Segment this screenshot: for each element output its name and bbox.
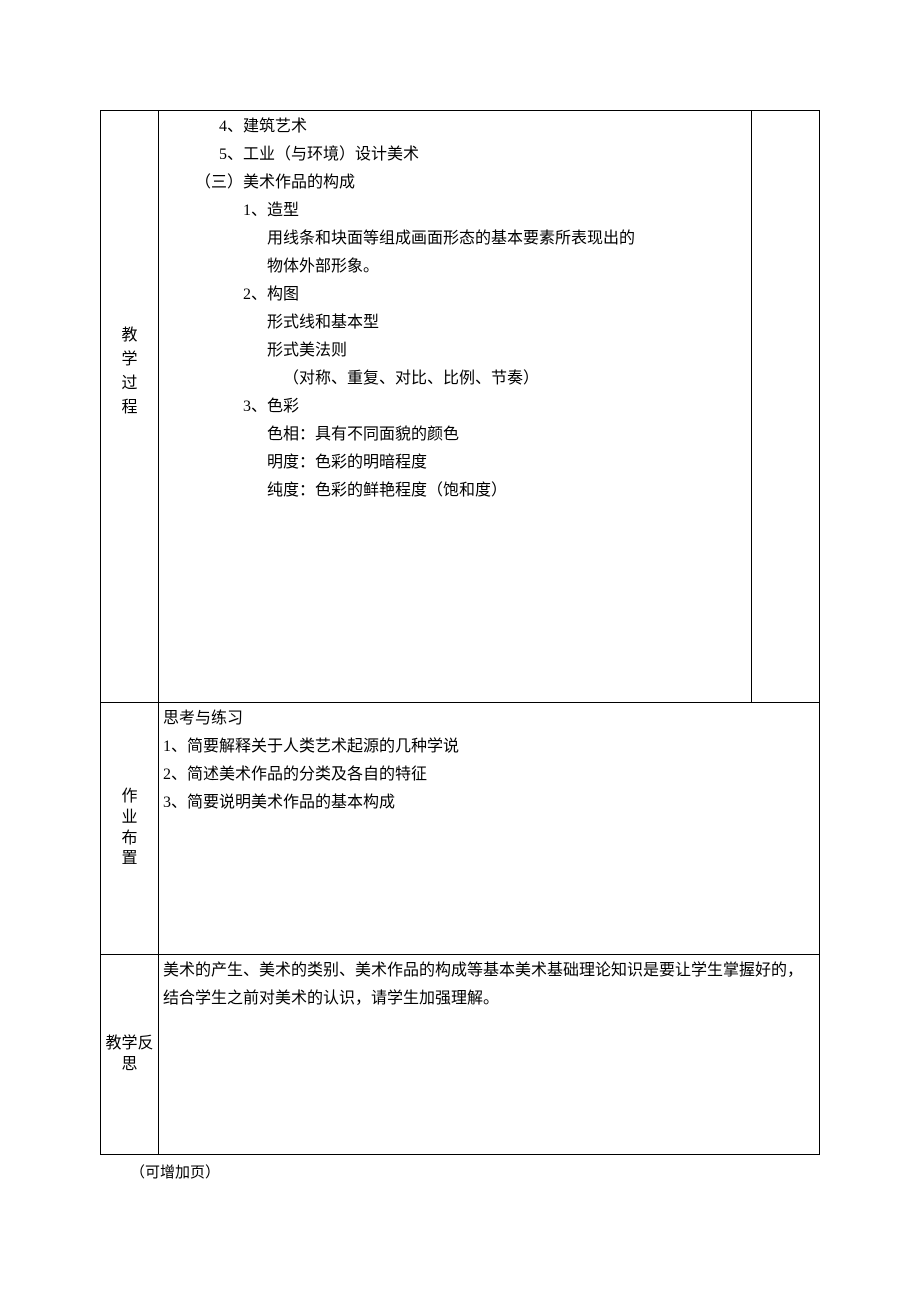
cell-teaching-process-content: 4、建筑艺术 5、工业（与环境）设计美术 （三）美术作品的构成 1、造型 用线条… [159, 111, 752, 703]
cell-teaching-reflection-content: 美术的产生、美术的类别、美术作品的构成等基本美术基础理论知识是要让学生掌握好的，… [159, 955, 820, 1155]
process-line: 物体外部形象。 [163, 253, 747, 281]
process-line: （对称、重复、对比、比例、节奏） [163, 365, 747, 393]
homework-title: 思考与练习 [163, 705, 815, 733]
process-line: 2、构图 [163, 281, 747, 309]
label-homework-char4: 置 [121, 849, 137, 870]
label-teaching-process: 教 学 过 程 [101, 111, 159, 703]
label-reflect-line2: 思 [121, 1055, 137, 1076]
process-line: 色相：具有不同面貌的颜色 [163, 421, 747, 449]
process-line: 形式美法则 [163, 337, 747, 365]
homework-item: 3、简要说明美术作品的基本构成 [163, 789, 815, 817]
label-process-char1: 教 [121, 324, 137, 348]
process-line: 用线条和块面等组成画面形态的基本要素所表现出的 [163, 225, 747, 253]
cell-teaching-process-notes [752, 111, 820, 703]
cell-homework-content: 思考与练习 1、简要解释关于人类艺术起源的几种学说 2、简述美术作品的分类及各自… [159, 703, 820, 955]
homework-item: 1、简要解释关于人类艺术起源的几种学说 [163, 733, 815, 761]
reflection-text: 美术的产生、美术的类别、美术作品的构成等基本美术基础理论知识是要让学生掌握好的，… [163, 957, 815, 1013]
label-homework: 作 业 布 置 [101, 703, 159, 955]
process-line: 4、建筑艺术 [163, 113, 747, 141]
label-homework-char1: 作 [121, 787, 137, 808]
label-process-char3: 过 [121, 372, 137, 396]
process-line: 5、工业（与环境）设计美术 [163, 141, 747, 169]
process-line: 形式线和基本型 [163, 309, 747, 337]
lesson-plan-table: 教 学 过 程 4、建筑艺术 5、工业（与环境）设计美术 （三）美术作品的构成 … [100, 110, 820, 1155]
process-line: 1、造型 [163, 197, 747, 225]
label-reflect-line1: 教学反 [105, 1034, 153, 1055]
process-line: 纯度：色彩的鲜艳程度（饱和度） [163, 477, 747, 505]
process-line: 3、色彩 [163, 393, 747, 421]
label-teaching-reflection: 教学反 思 [101, 955, 159, 1155]
homework-item: 2、简述美术作品的分类及各自的特征 [163, 761, 815, 789]
label-homework-char3: 布 [121, 829, 137, 850]
process-line: 明度：色彩的明暗程度 [163, 449, 747, 477]
label-homework-char2: 业 [121, 808, 137, 829]
footnote-add-page: （可增加页） [100, 1155, 820, 1182]
label-process-char4: 程 [121, 396, 137, 420]
label-process-char2: 学 [121, 348, 137, 372]
process-line: （三）美术作品的构成 [163, 169, 747, 197]
